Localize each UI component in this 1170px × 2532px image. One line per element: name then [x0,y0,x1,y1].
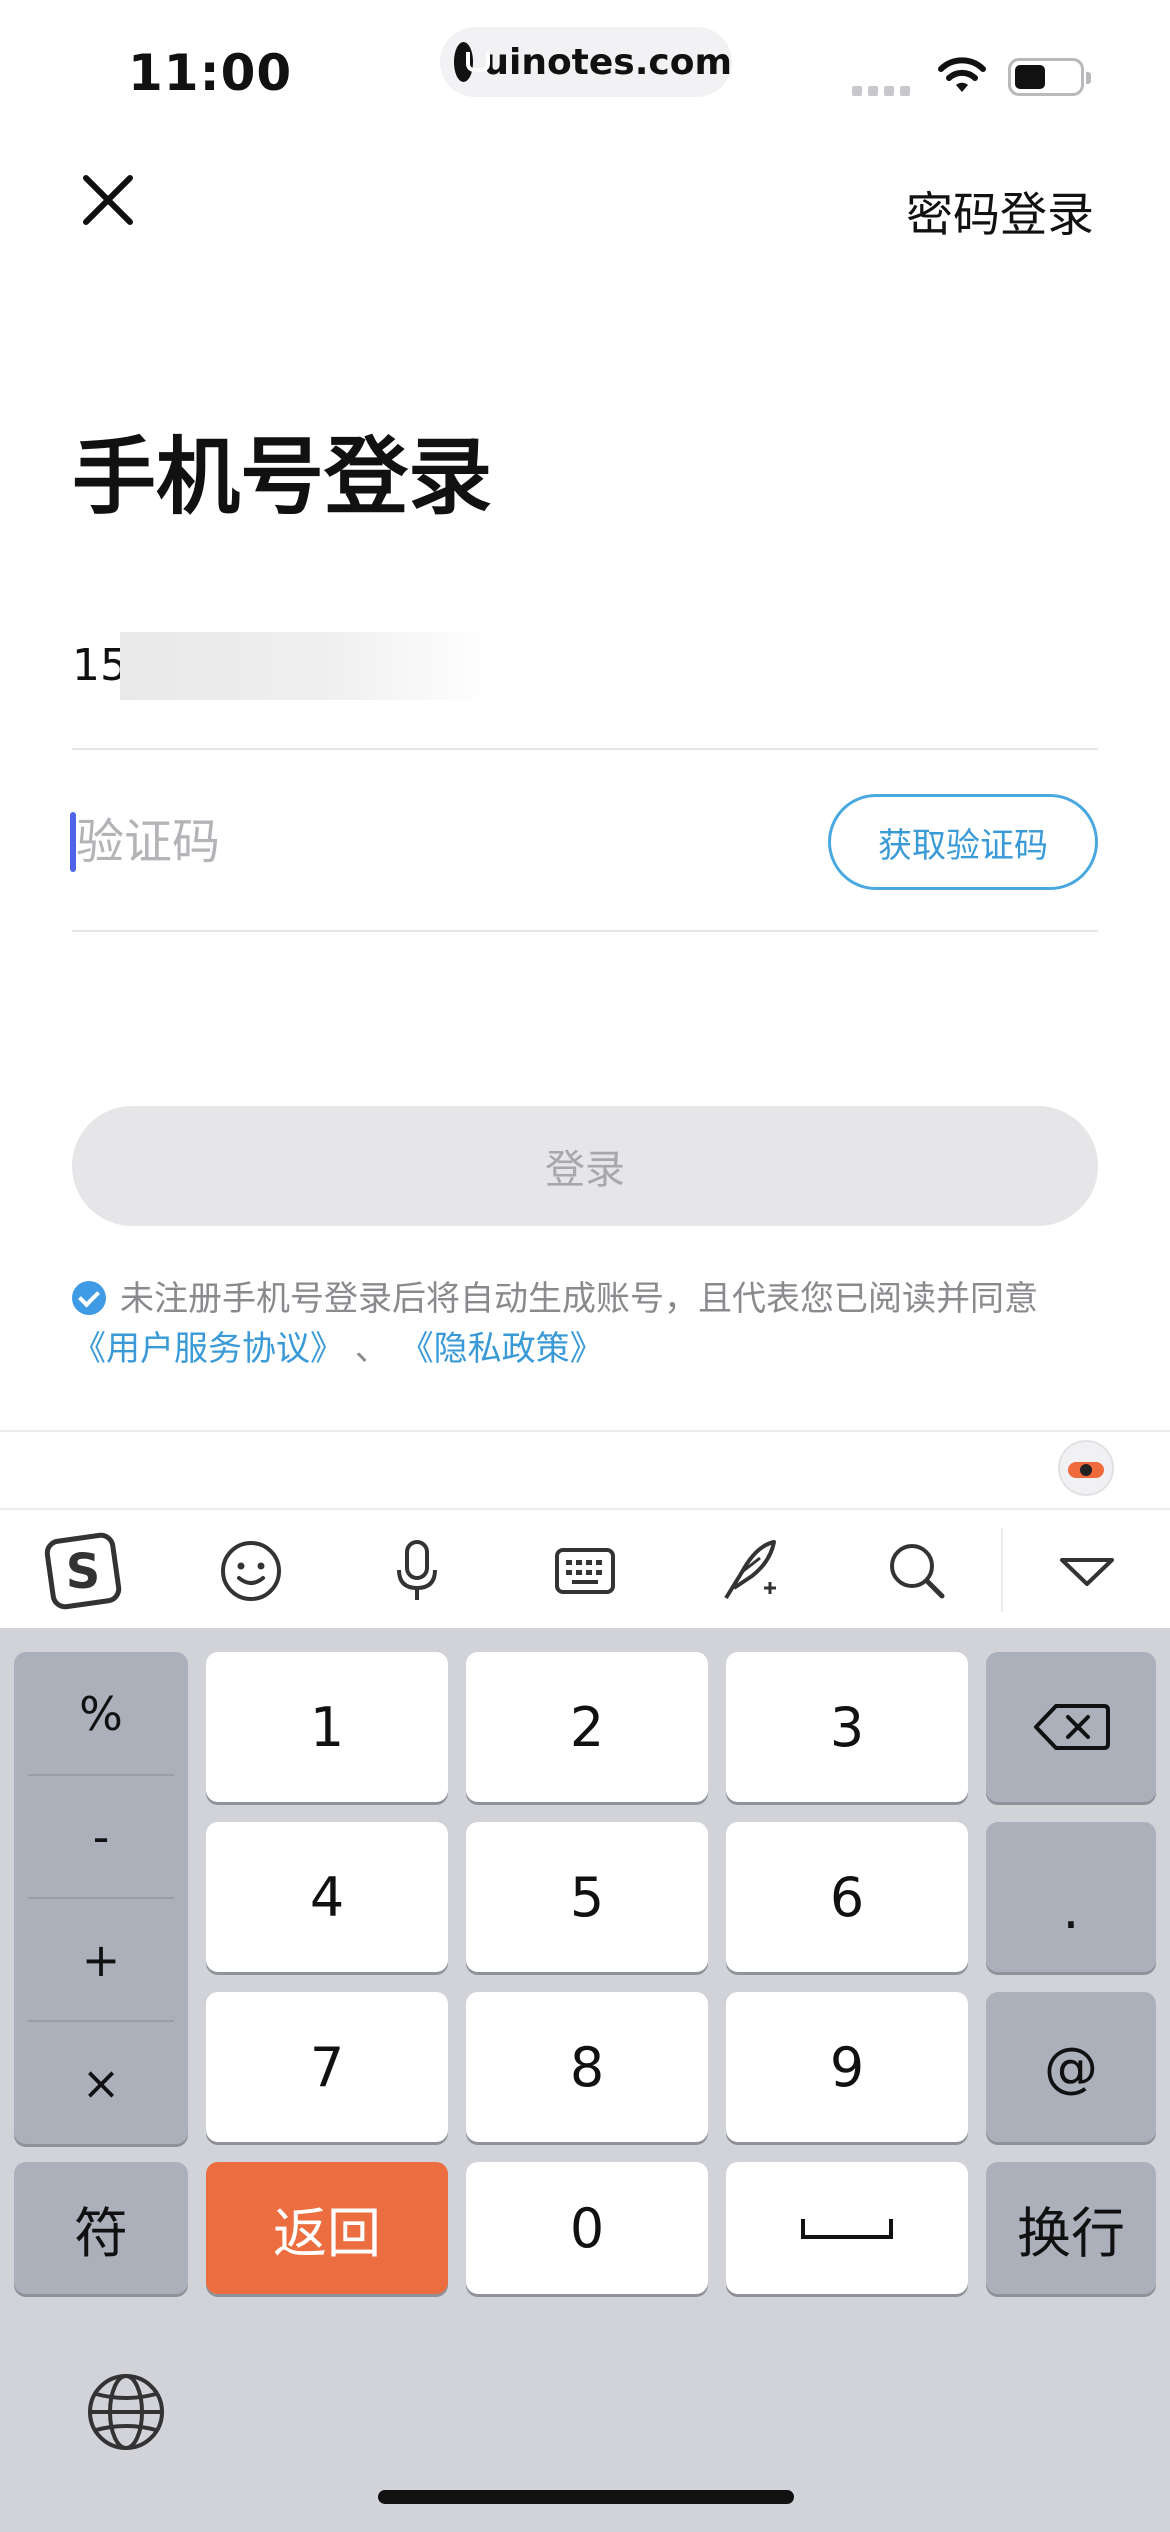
toolbar-separator [1001,1528,1003,1612]
key-percent[interactable]: % [14,1652,188,1775]
keyboard-icon[interactable] [546,1532,624,1610]
ime-mascot-icon[interactable] [1058,1440,1114,1496]
verification-code-input[interactable] [76,800,696,884]
battery-icon [1008,58,1091,96]
key-2[interactable]: 2 [466,1652,708,1802]
privacy-policy-link[interactable]: 《隐私政策》 [400,1329,604,1369]
agreement-row: 未注册手机号登录后将自动生成账号，且代表您已阅读并同意 《用户服务协议》 、 《… [72,1274,1112,1374]
phone-divider [72,748,1098,750]
svg-text:S: S [66,1544,101,1600]
collapse-keyboard-icon[interactable] [1048,1532,1126,1610]
newline-key[interactable]: 换行 [986,2162,1156,2294]
back-key[interactable]: 返回 [206,2162,448,2294]
space-key[interactable] [726,2162,968,2294]
key-8[interactable]: 8 [466,1992,708,2142]
agreement-text: 未注册手机号登录后将自动生成账号，且代表您已阅读并同意 [120,1279,1038,1319]
home-indicator [378,2490,794,2504]
wifi-icon [938,57,986,92]
symbol-column: % - + × [14,1652,188,2144]
page-title: 手机号登录 [72,428,493,526]
close-icon [83,175,133,225]
user-agreement-link[interactable]: 《用户服务协议》 [72,1329,344,1369]
handwriting-icon[interactable] [712,1532,790,1610]
keyboard-suggestion-bar [0,1430,1170,1510]
key-9[interactable]: 9 [726,1992,968,2142]
password-login-link[interactable]: 密码登录 [906,176,1094,245]
agreement-checkbox[interactable] [72,1281,106,1315]
agreement-separator: 、 [354,1329,389,1369]
microphone-icon[interactable] [378,1532,456,1610]
key-at[interactable]: @ [986,1992,1156,2142]
symbols-key[interactable]: 符 [14,2162,188,2294]
get-code-button[interactable]: 获取验证码 [828,794,1098,890]
globe-icon[interactable] [84,2370,168,2454]
key-7[interactable]: 7 [206,1992,448,2142]
key-minus[interactable]: - [14,1775,188,1898]
sogou-logo-icon[interactable]: S [44,1532,122,1610]
key-1[interactable]: 1 [206,1652,448,1802]
cellular-signal-icon [852,86,910,96]
key-0[interactable]: 0 [466,2162,708,2294]
login-button[interactable]: 登录 [72,1106,1098,1226]
emoji-icon[interactable] [212,1532,290,1610]
search-icon[interactable] [878,1532,956,1610]
key-3[interactable]: 3 [726,1652,968,1802]
keyboard-toolbar: S [0,1512,1170,1628]
space-icon [801,2219,893,2239]
key-5[interactable]: 5 [466,1822,708,1972]
status-time: 11:00 [128,44,293,102]
code-divider [72,930,1098,932]
key-multiply[interactable]: × [14,2021,188,2144]
backspace-key[interactable] [986,1652,1156,1802]
key-plus[interactable]: + [14,1898,188,2021]
backspace-icon [1034,1704,1110,1750]
numeric-keyboard: % - + × 1 2 3 4 5 6 . 7 8 9 @ 符 返回 0 换行 [0,1628,1170,2532]
url-text: uinotes.com [483,41,732,83]
key-4[interactable]: 4 [206,1822,448,1972]
site-logo-icon [454,42,491,82]
key-6[interactable]: 6 [726,1822,968,1972]
url-pill[interactable]: uinotes.com [440,27,732,97]
phone-number-mask [120,632,490,700]
key-dot[interactable]: . [986,1822,1156,1972]
close-button[interactable] [76,168,140,232]
